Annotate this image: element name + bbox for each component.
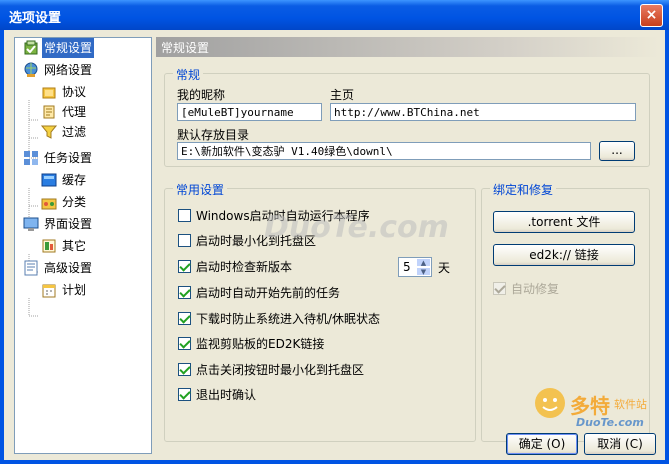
watermark-logo-sub: 软件站	[614, 398, 647, 411]
group-label: 绑定和修复	[490, 181, 557, 198]
download-dir-input[interactable]: E:\新加软件\变态驴 V1.40绿色\downl\	[177, 142, 591, 160]
option-label: 启动时检查新版本	[196, 260, 293, 274]
page-title: 常规设置	[161, 41, 210, 55]
tree-label: 代理	[62, 105, 87, 119]
homepage-label: 主页	[330, 88, 355, 102]
cache-icon	[41, 173, 57, 187]
update-days-spinner[interactable]: 5 ▲ ▼	[398, 257, 432, 277]
spin-down-icon[interactable]: ▼	[416, 267, 431, 276]
option-label: 点击关闭按钮时最小化到托盘区	[196, 363, 365, 377]
days-unit-label: 天	[438, 261, 451, 275]
close-button[interactable]: ×	[640, 4, 663, 27]
checkbox[interactable]	[178, 363, 191, 376]
download-dir-label: 默认存放目录	[177, 128, 250, 142]
checkbox[interactable]	[178, 234, 191, 247]
option-label: 下载时防止系统进入待机/休眠状态	[196, 312, 381, 326]
general-group: 常规 我的昵称 [eMuleBT]yourname 主页 http://www.…	[164, 66, 650, 167]
spinner-value: 5	[403, 260, 411, 274]
proxy-icon	[43, 105, 55, 119]
tree-label: 分类	[62, 195, 87, 209]
title-bar[interactable]: 选项设置 ×	[0, 0, 669, 30]
torrent-association-button[interactable]: .torrent 文件	[493, 211, 635, 233]
interface-icon	[23, 217, 39, 231]
dialog-client: 常规设置 网络设置 协议 代理 过滤 任务设置 缓存 分类 界面设置 其它 高级…	[4, 30, 665, 460]
checkbox[interactable]	[178, 388, 191, 401]
watermark-bottom: DuoTe.com	[576, 416, 644, 429]
schedule-icon	[42, 284, 56, 298]
window-title: 选项设置	[9, 11, 62, 26]
checkbox[interactable]	[178, 286, 191, 299]
tree-label: 网络设置	[44, 63, 93, 77]
tree-label: 缓存	[62, 173, 87, 187]
spin-up-icon[interactable]: ▲	[416, 258, 431, 267]
other-icon	[42, 239, 56, 253]
task-icon	[24, 151, 38, 165]
watermark-logo-text: 多特	[570, 394, 610, 418]
homepage-input[interactable]: http://www.BTChina.net	[330, 103, 636, 121]
options-dialog: 选项设置 × 常规设置 网络设置 协议 代理 过滤 任务设置 缓存 分类 界面设…	[0, 0, 669, 464]
tree-label: 任务设置	[44, 151, 93, 165]
ed2k-association-button[interactable]: ed2k:// 链接	[493, 244, 635, 266]
ok-button[interactable]: 确定 (O)	[506, 433, 578, 455]
filter-icon	[41, 125, 57, 139]
protocol-icon	[42, 87, 56, 99]
tree-label: 过滤	[62, 125, 87, 139]
network-icon	[24, 62, 38, 77]
cancel-button[interactable]: 取消 (C)	[584, 433, 656, 455]
tree-label: 其它	[62, 239, 87, 253]
option-label: 启动时自动开始先前的任务	[196, 286, 341, 300]
option-label: 自动修复	[511, 282, 560, 296]
page-header: 常规设置	[156, 37, 659, 57]
browse-button[interactable]: ...	[599, 141, 635, 161]
tree-label: 协议	[62, 85, 87, 99]
checkbox[interactable]	[178, 209, 191, 222]
nickname-label: 我的昵称	[177, 88, 226, 102]
tree-label: 常规设置	[42, 38, 95, 58]
checkbox[interactable]	[178, 260, 191, 273]
general-settings-icon	[24, 40, 38, 55]
watermark: DuoTe.com	[264, 210, 449, 245]
settings-tree[interactable]: 常规设置 网络设置 协议 代理 过滤 任务设置 缓存 分类 界面设置 其它 高级…	[14, 37, 152, 454]
option-label: 监视剪贴板的ED2K链接	[196, 337, 325, 351]
checkbox[interactable]	[493, 282, 506, 295]
category-icon	[41, 198, 57, 210]
tree-label: 高级设置	[44, 261, 93, 275]
advanced-icon	[24, 260, 38, 276]
group-label: 常规	[173, 66, 204, 83]
nickname-input[interactable]: [eMuleBT]yourname	[177, 103, 322, 121]
checkbox[interactable]	[178, 312, 191, 325]
tree-label: 界面设置	[44, 217, 93, 231]
watermark-logo	[532, 385, 568, 424]
checkbox[interactable]	[178, 337, 191, 350]
option-label: 退出时确认	[196, 388, 257, 402]
tree-label: 计划	[62, 283, 87, 297]
group-label: 常用设置	[173, 181, 228, 198]
duote-logo-icon	[535, 388, 565, 418]
